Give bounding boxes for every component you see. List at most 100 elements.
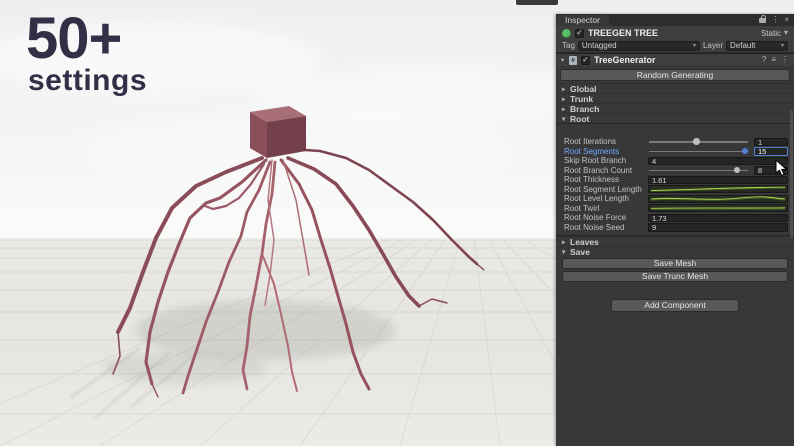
foldout-root[interactable]: ▾ Root (556, 113, 794, 124)
foldout-expanded-icon: ▾ (561, 57, 565, 64)
skip-root-branch-value[interactable]: 4 (648, 156, 788, 165)
chevron-down-icon: ▾ (780, 43, 784, 49)
marketing-overlay: 50+ settings (26, 10, 147, 98)
root-segments-value[interactable]: 15 (754, 147, 788, 156)
root-segment-length-row: Root Segment Length (556, 185, 794, 195)
foldout-save[interactable]: ▾ Save (556, 246, 794, 257)
component-enabled-checkbox[interactable]: ✓ (581, 55, 590, 65)
window-top-strip (516, 0, 558, 5)
property-label: Root Segment Length (564, 184, 642, 194)
foldout-branch-label: Branch (570, 103, 600, 114)
root-thickness-row: Root Thickness 1.61 (556, 175, 794, 185)
lock-icon[interactable] (759, 14, 767, 23)
foldout-trunk[interactable]: ▸ Trunk (556, 93, 794, 104)
property-label: Root Twirl (564, 203, 600, 213)
root-noise-seed-row: Root Noise Seed 9 (556, 223, 794, 233)
tab-inspector-label: Inspector (565, 15, 600, 25)
active-checkbox[interactable]: ✓ (575, 28, 584, 38)
kebab-menu-icon[interactable]: ⋮ (781, 56, 789, 64)
component-header-treegenerator[interactable]: ▾ # ✓ TreeGenerator ? ≡ ⋮ (556, 53, 794, 66)
check-icon: ✓ (582, 55, 589, 64)
scrollbar-thumb[interactable] (790, 110, 793, 238)
gameobject-name[interactable]: TREEGEN TREE (588, 28, 658, 38)
property-label: Root Segments (564, 146, 620, 156)
screenshot-root: 50+ settings Inspector ⋮ × ✓ TREEGEN TRE… (0, 0, 794, 446)
foldout-save-label: Save (570, 246, 590, 257)
curve-preview (650, 207, 786, 211)
close-icon[interactable]: × (784, 16, 789, 24)
layer-value: Default (730, 41, 756, 50)
property-label: Root Iterations (564, 137, 617, 147)
slider-handle[interactable] (733, 166, 741, 174)
foldout-expanded-icon: ▾ (562, 115, 566, 123)
root-thickness-value[interactable]: 1.61 (648, 175, 788, 184)
tag-label: Tag (562, 41, 575, 50)
foldout-leaves[interactable]: ▸ Leaves (556, 236, 794, 247)
gameobject-header: ✓ TREEGEN TREE Static ▾ Tag Untagged ▾ L… (556, 26, 794, 53)
root-properties: Root Iterations 1 Root Segments 15 Skip … (556, 124, 794, 235)
static-dropdown[interactable]: Static ▾ (761, 29, 788, 38)
script-icon: # (569, 55, 577, 65)
property-label: Root Thickness (564, 175, 619, 185)
root-level-length-curve-field[interactable] (648, 194, 788, 203)
add-component-button[interactable]: Add Component (611, 299, 739, 312)
root-twirl-row: Root Twirl (556, 204, 794, 214)
help-icon[interactable]: ? (762, 56, 766, 64)
root-segment-length-curve-field[interactable] (648, 185, 788, 194)
foldout-root-label: Root (570, 113, 590, 124)
foldout-collapsed-icon: ▸ (562, 238, 566, 246)
preset-icon[interactable]: ≡ (771, 56, 776, 64)
property-label: Root Level Length (564, 194, 629, 204)
property-label: Root Branch Count (564, 165, 633, 175)
root-segments-slider[interactable] (648, 147, 749, 156)
inspector-panel: Inspector ⋮ × ✓ TREEGEN TREE Static ▾ Ta… (556, 14, 794, 446)
cursor-pointer (775, 160, 788, 177)
property-label: Root Noise Force (564, 213, 627, 223)
foldout-global-label: Global (570, 83, 597, 94)
slider-handle[interactable] (741, 147, 749, 155)
foldout-leaves-label: Leaves (570, 236, 599, 247)
foldout-collapsed-icon: ▸ (562, 85, 566, 93)
headline-text: 50+ (26, 6, 122, 71)
kebab-menu-icon[interactable]: ⋮ (771, 16, 779, 24)
tag-dropdown[interactable]: Untagged ▾ (577, 40, 700, 51)
layer-dropdown[interactable]: Default ▾ (726, 40, 788, 51)
root-segments-row: Root Segments 15 (556, 147, 794, 157)
property-label: Skip Root Branch (564, 156, 627, 166)
root-iterations-slider[interactable] (648, 137, 749, 146)
static-label: Static (760, 28, 781, 38)
random-generating-button[interactable]: Random Generating (560, 69, 790, 81)
skip-root-branch-row: Skip Root Branch 4 (556, 156, 794, 166)
root-noise-force-row: Root Noise Force 1.73 (556, 213, 794, 223)
foldout-trunk-label: Trunk (570, 93, 594, 104)
foldout-branch[interactable]: ▸ Branch (556, 103, 794, 114)
chevron-down-icon: ▾ (692, 43, 696, 49)
tag-value: Untagged (581, 41, 617, 50)
save-trunc-mesh-button[interactable]: Save Trunc Mesh (562, 271, 788, 282)
root-noise-force-value[interactable]: 1.73 (648, 213, 788, 222)
save-mesh-button[interactable]: Save Mesh (562, 258, 788, 269)
component-title: TreeGenerator (594, 55, 656, 65)
layer-label: Layer (702, 41, 723, 50)
foldout-collapsed-icon: ▸ (562, 95, 566, 103)
gameobject-icon (562, 28, 571, 38)
check-icon: ✓ (576, 28, 583, 37)
root-noise-seed-value[interactable]: 9 (648, 223, 788, 232)
subheadline-text: settings (28, 64, 148, 97)
inspector-tabbar: Inspector ⋮ × (556, 14, 794, 26)
root-branch-count-slider[interactable] (648, 166, 749, 175)
curve-preview (650, 195, 786, 201)
foldout-expanded-icon: ▾ (562, 248, 566, 256)
foldout-collapsed-icon: ▸ (562, 105, 566, 113)
root-level-length-row: Root Level Length (556, 194, 794, 204)
slider-handle[interactable] (693, 138, 700, 145)
root-iterations-row: Root Iterations 1 (556, 137, 794, 147)
chevron-down-icon: ▾ (783, 28, 788, 37)
curve-preview (650, 186, 786, 192)
root-iterations-value[interactable]: 1 (754, 137, 788, 146)
root-twirl-curve-field[interactable] (648, 204, 788, 213)
property-label: Root Noise Seed (564, 222, 625, 232)
tab-inspector[interactable]: Inspector (556, 15, 609, 26)
root-branch-count-row: Root Branch Count 8 (556, 166, 794, 176)
foldout-global[interactable]: ▸ Global (556, 83, 794, 94)
